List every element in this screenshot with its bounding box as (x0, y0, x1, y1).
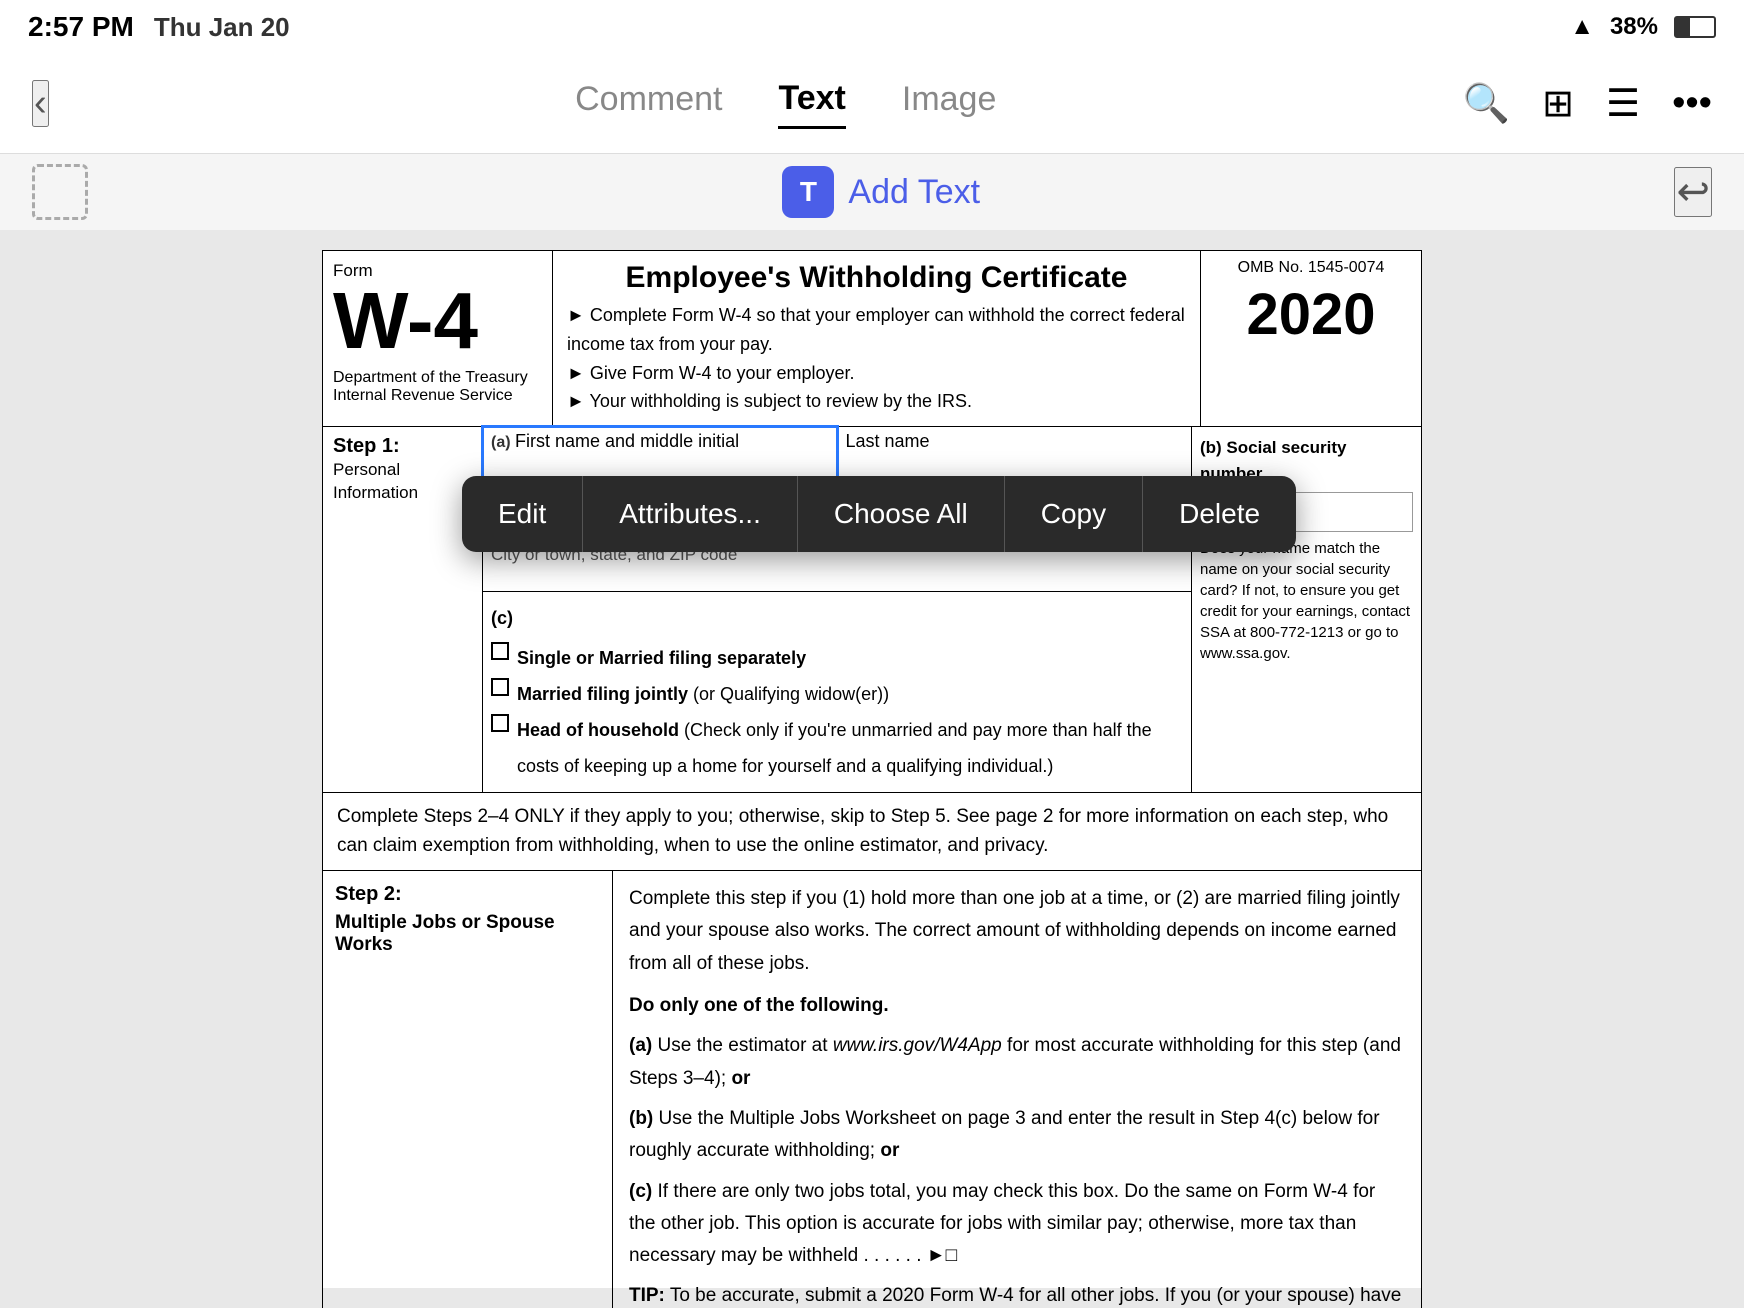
battery-visual (1674, 16, 1716, 38)
step2-body: Complete this step if you (1) hold more … (613, 871, 1421, 1308)
ctx-edit[interactable]: Edit (462, 476, 583, 552)
form-right: OMB No. 1545-0074 2020 (1201, 251, 1421, 426)
step2-option-b: (b) Use the Multiple Jobs Worksheet on p… (629, 1103, 1405, 1168)
tab-text[interactable]: Text (778, 79, 845, 129)
tab-image[interactable]: Image (902, 80, 997, 127)
checkbox-married[interactable] (491, 678, 509, 696)
grid-icon[interactable]: ⊞ (1542, 81, 1574, 126)
bullet-2: ► Give Form W-4 to your employer. (567, 359, 1186, 388)
nav-bar: ‹ Comment Text Image 🔍 ⊞ ☰ ••• (0, 54, 1744, 154)
wifi-icon: ▲ (1570, 13, 1594, 41)
bullet-3: ► Your withholding is subject to review … (567, 387, 1186, 416)
status-bar: 2:57 PM Thu Jan 20 ▲ 38% (0, 0, 1744, 54)
status-icons: ▲ 38% (1570, 13, 1716, 41)
step1-sublabel: Personal Information (333, 460, 418, 502)
nav-tabs: Comment Text Image (575, 79, 996, 129)
first-name-label: First name and middle initial (515, 431, 739, 451)
step2-sidebar: Step 2: Multiple Jobs or Spouse Works (323, 871, 613, 1308)
irs: Internal Revenue Service (333, 387, 542, 405)
list-icon[interactable]: ☰ (1606, 81, 1640, 126)
last-name-label: Last name (846, 431, 930, 451)
undo-button[interactable]: ↩ (1674, 167, 1712, 217)
omb-number: OMB No. 1545-0074 (1238, 259, 1385, 277)
form-title: Employee's Withholding Certificate (567, 261, 1186, 295)
selection-tool[interactable] (32, 164, 88, 220)
document-container: Form W-4 Department of the Treasury Inte… (322, 250, 1422, 1288)
filing-hoh: Head of household (Check only if you're … (491, 712, 1183, 784)
bullet-1: ► Complete Form W-4 so that your employe… (567, 301, 1186, 359)
step2-sublabel: Multiple Jobs or Spouse Works (335, 912, 600, 956)
search-icon[interactable]: 🔍 (1463, 82, 1510, 126)
form-label: Form W-4 Department of the Treasury Inte… (323, 251, 553, 426)
add-text-button[interactable]: T Add Text (782, 166, 980, 218)
tab-comment[interactable]: Comment (575, 80, 722, 127)
filing-single: Single or Married filing separately (491, 640, 1183, 676)
add-text-label: Add Text (848, 173, 980, 212)
form-name: W-4 (333, 281, 542, 361)
step2-option-c: (c) If there are only two jobs total, yo… (629, 1176, 1405, 1273)
add-text-bar: T Add Text ↩ (0, 154, 1744, 230)
filing-married: Married filing jointly (or Qualifying wi… (491, 676, 1183, 712)
step2-option-a: (a) Use the estimator at www.irs.gov/W4A… (629, 1030, 1405, 1095)
status-time: 2:57 PM (28, 11, 134, 43)
filing-hoh-label: Head of household (Check only if you're … (517, 712, 1183, 784)
status-date: Thu Jan 20 (154, 12, 290, 43)
more-icon[interactable]: ••• (1672, 82, 1712, 125)
checkbox-hoh[interactable] (491, 714, 509, 732)
ctx-delete[interactable]: Delete (1143, 476, 1296, 552)
step2-do-line: Do only one of the following. (629, 990, 1405, 1022)
step2-tip: TIP: To be accurate, submit a 2020 Form … (629, 1280, 1405, 1308)
form-year: 2020 (1246, 281, 1375, 348)
text-icon: T (782, 166, 834, 218)
note-text: Complete Steps 2–4 ONLY if they apply to… (337, 806, 1388, 856)
context-menu: Edit Attributes... Choose All Copy Delet… (462, 476, 1296, 552)
step1-label: Step 1: Personal Information (323, 427, 483, 792)
checkbox-single[interactable] (491, 642, 509, 660)
ctx-choose-all[interactable]: Choose All (798, 476, 1005, 552)
step2-intro: Complete this step if you (1) hold more … (629, 883, 1405, 980)
step2-label: Step 2: (335, 883, 600, 906)
filing-row: (c) Single or Married filing separately … (483, 592, 1191, 792)
steps-note: Complete Steps 2–4 ONLY if they apply to… (322, 793, 1422, 871)
document-area: Form W-4 Department of the Treasury Inte… (0, 230, 1744, 1308)
filing-single-label: Single or Married filing separately (517, 640, 806, 676)
back-button[interactable]: ‹ (32, 80, 49, 127)
ssn-note: Does your name match the name on your so… (1200, 538, 1413, 664)
battery-icon: 38% (1610, 13, 1658, 41)
step2-section: Step 2: Multiple Jobs or Spouse Works Co… (322, 871, 1422, 1308)
filing-married-label: Married filing jointly (or Qualifying wi… (517, 676, 889, 712)
form-bullets: ► Complete Form W-4 so that your employe… (567, 301, 1186, 416)
department: Department of the Treasury (333, 369, 542, 387)
ctx-attributes[interactable]: Attributes... (583, 476, 798, 552)
form-header: Form W-4 Department of the Treasury Inte… (322, 250, 1422, 427)
form-center: Employee's Withholding Certificate ► Com… (553, 251, 1201, 426)
ctx-copy[interactable]: Copy (1005, 476, 1143, 552)
